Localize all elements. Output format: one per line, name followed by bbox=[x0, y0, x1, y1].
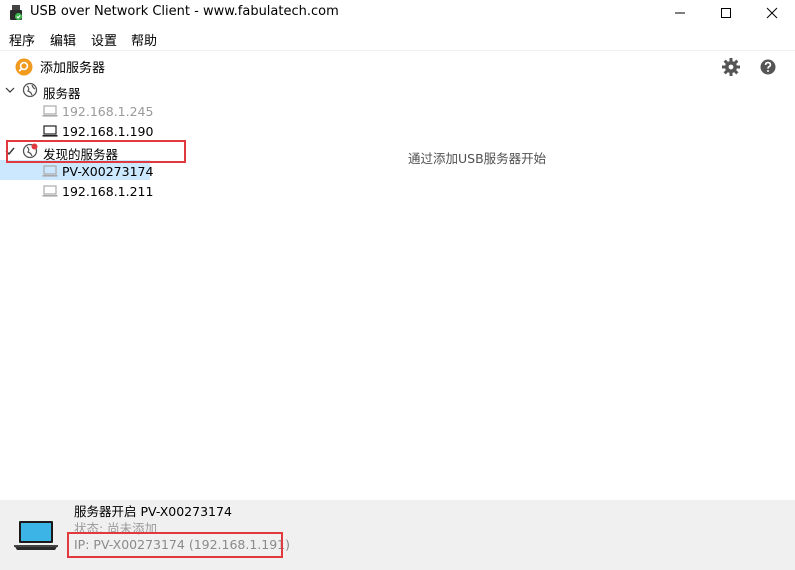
menu-program[interactable]: 程序 bbox=[9, 30, 35, 49]
laptop-icon bbox=[42, 105, 58, 117]
toolbar: 添加服务器 bbox=[0, 50, 795, 80]
tree-item-label: 192.168.1.211 bbox=[62, 184, 154, 199]
add-server-button[interactable]: 添加服务器 bbox=[15, 57, 105, 76]
menu-help[interactable]: 帮助 bbox=[131, 30, 157, 49]
laptop-icon bbox=[42, 165, 58, 177]
tree-item-label: 192.168.1.190 bbox=[62, 124, 154, 139]
annotation-box bbox=[67, 532, 283, 558]
maximize-button[interactable] bbox=[703, 0, 749, 26]
close-icon bbox=[766, 7, 778, 19]
laptop-icon bbox=[14, 521, 58, 550]
help-icon[interactable] bbox=[759, 58, 777, 76]
usb-app-icon bbox=[10, 5, 23, 21]
laptop-icon bbox=[42, 185, 58, 197]
laptop-icon bbox=[42, 125, 58, 137]
add-server-label: 添加服务器 bbox=[40, 61, 106, 76]
minimize-icon bbox=[675, 12, 685, 14]
app-window: USB over Network Client - www.fabulatech… bbox=[0, 0, 795, 570]
globe-icon bbox=[22, 82, 38, 98]
menu-settings[interactable]: 设置 bbox=[91, 30, 117, 49]
tree-item-label: 192.168.1.245 bbox=[62, 104, 154, 119]
menu-bar: 程序 编辑 设置 帮助 bbox=[0, 26, 795, 50]
window-title: USB over Network Client - www.fabulatech… bbox=[30, 4, 339, 19]
title-bar[interactable]: USB over Network Client - www.fabulatech… bbox=[0, 0, 795, 26]
maximize-icon bbox=[721, 8, 731, 18]
gear-icon[interactable] bbox=[721, 57, 741, 77]
chevron-down-icon[interactable] bbox=[4, 84, 16, 96]
menu-edit[interactable]: 编辑 bbox=[50, 30, 76, 49]
minimize-button[interactable] bbox=[657, 0, 703, 26]
empty-state-hint: 通过添加USB服务器开始 bbox=[408, 151, 547, 166]
tree-item-label: PV-X00273174 bbox=[62, 164, 154, 179]
close-button[interactable] bbox=[749, 0, 795, 26]
tree-group-label: 服务器 bbox=[43, 86, 81, 101]
annotation-box bbox=[6, 140, 186, 163]
add-server-icon bbox=[15, 58, 33, 75]
